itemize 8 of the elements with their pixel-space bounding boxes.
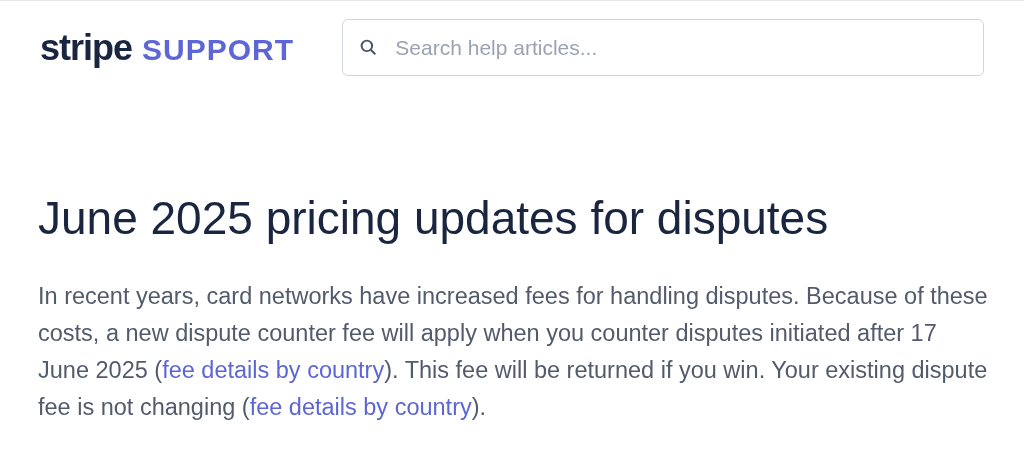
search-field[interactable]: Search help articles...	[342, 19, 984, 76]
logo-section-label[interactable]: SUPPORT	[142, 26, 295, 72]
search-icon	[359, 38, 378, 56]
article-title: June 2025 pricing updates for disputes	[38, 192, 830, 244]
fee-details-link[interactable]: fee details by country	[162, 357, 385, 383]
logo-wordmark[interactable]: stripe	[40, 20, 133, 75]
fee-details-link[interactable]: fee details by country	[249, 394, 472, 420]
intro-paragraph: In recent years, card networks have increased fees for handling disputes. Because of these costs, a new dispute counter fee will apply when you counter disputes initiated after 17 June 2025 (fee details by country). This fee will be returned if you win. Your existing dispute fee is not changing (fee details by country).	[38, 282, 989, 422]
